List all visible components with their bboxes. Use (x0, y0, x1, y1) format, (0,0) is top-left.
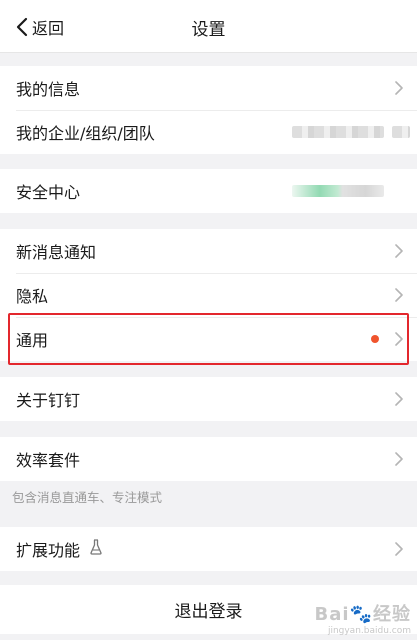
account-group: 我的信息 我的企业/组织/团队 (0, 66, 417, 154)
security-center-label: 安全中心 (16, 183, 81, 202)
about-dingtalk-row[interactable]: 关于钉钉 (0, 377, 417, 421)
watermark-sub: jingyan.baidu.com (327, 626, 411, 636)
about-group: 关于钉钉 (0, 377, 417, 421)
chevron-right-icon (395, 244, 403, 258)
chevron-right-icon (395, 452, 403, 466)
general-row[interactable]: 通用 (0, 317, 417, 361)
extended-features-row[interactable]: 扩展功能 (0, 527, 417, 571)
about-dingtalk-label: 关于钉钉 (16, 391, 81, 410)
chevron-right-icon (395, 542, 403, 556)
my-info-label: 我的信息 (16, 80, 81, 99)
security-center-row[interactable]: 安全中心 (0, 169, 417, 213)
extended-features-label: 扩展功能 (16, 541, 81, 560)
my-org-label: 我的企业/组织/团队 (16, 124, 155, 143)
my-info-row[interactable]: 我的信息 (0, 66, 417, 110)
chevron-right-icon (395, 288, 403, 302)
chevron-right-icon (395, 81, 403, 95)
efficiency-suite-label: 效率套件 (16, 451, 81, 470)
notifications-group: 新消息通知 隐私 通用 (0, 229, 417, 361)
new-message-notification-label: 新消息通知 (16, 243, 97, 262)
page-title: 设置 (191, 20, 226, 40)
extensions-group: 扩展功能 (0, 527, 417, 571)
nav-bar: 返回 设置 (0, 0, 417, 53)
chevron-right-icon (395, 332, 403, 346)
security-status-blurred (292, 185, 384, 197)
org-name-blurred-tail (392, 126, 410, 138)
flask-icon (90, 539, 102, 559)
new-message-notification-row[interactable]: 新消息通知 (0, 229, 417, 273)
badge-dot (371, 335, 379, 343)
general-label: 通用 (16, 331, 49, 350)
watermark-main: Bai🐾经验 (314, 604, 411, 625)
efficiency-group: 效率套件 (0, 437, 417, 481)
org-name-blurred (292, 126, 384, 138)
baidu-jingyan-watermark: Bai🐾经验 jingyan.baidu.com (315, 600, 411, 636)
efficiency-suite-row[interactable]: 效率套件 (0, 437, 417, 481)
my-org-row[interactable]: 我的企业/组织/团队 (0, 110, 417, 154)
efficiency-hint: 包含消息直通车、专注模式 (12, 490, 163, 505)
privacy-row[interactable]: 隐私 (0, 273, 417, 317)
privacy-label: 隐私 (16, 287, 49, 306)
chevron-right-icon (395, 392, 403, 406)
security-group: 安全中心 (0, 169, 417, 213)
